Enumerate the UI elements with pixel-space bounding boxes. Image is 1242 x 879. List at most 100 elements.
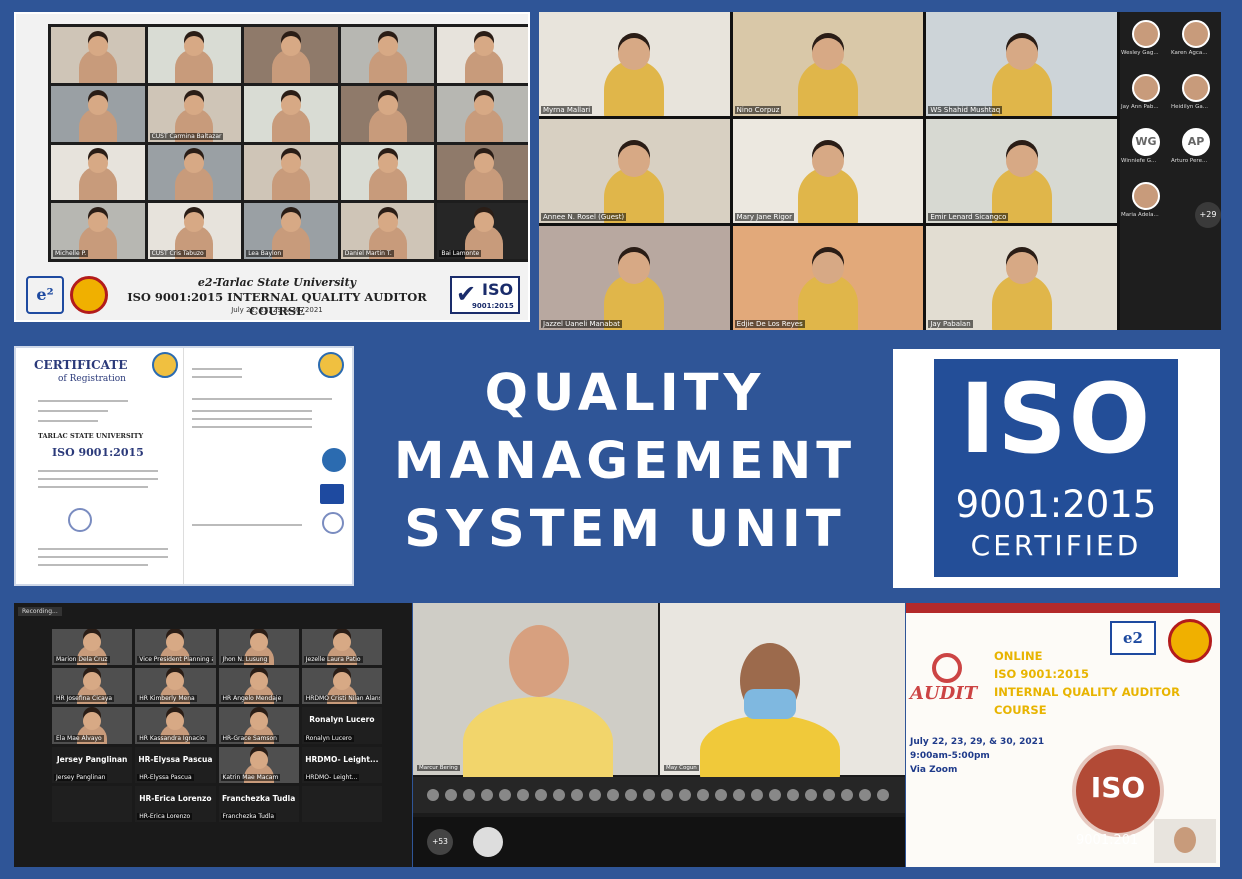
video-tile[interactable]: Emir Lenard Sicangco: [926, 119, 1117, 223]
toolbar-participant-icon[interactable]: [481, 789, 493, 801]
video-tile[interactable]: Vice President Planning an...: [135, 629, 216, 666]
video-tile[interactable]: HRDMO Cristi Nilan Alanso: [301, 668, 382, 705]
toolbar-participant-icon[interactable]: [697, 789, 709, 801]
video-tile[interactable]: Ronalyn Lucero Ronalyn Lucero: [301, 707, 382, 744]
video-tile[interactable]: [52, 785, 133, 822]
sidebar-participant[interactable]: Wesley Gag...: [1120, 16, 1170, 60]
video-tile[interactable]: Katrin Mae Macam: [218, 746, 299, 783]
video-tile[interactable]: WS Shahid Mushtaq: [926, 12, 1117, 116]
toolbar-participant-icon[interactable]: [625, 789, 637, 801]
video-tile[interactable]: Franchezka Tudla Franchezka Tudla: [218, 785, 299, 822]
toolbar-participant-icon[interactable]: [499, 789, 511, 801]
toolbar-participant-icon[interactable]: [769, 789, 781, 801]
sidebar-participant[interactable]: Heidilyn Ga...: [1170, 70, 1220, 114]
toolbar-participant-icon[interactable]: [751, 789, 763, 801]
video-tile[interactable]: Bai Lamonte: [437, 203, 528, 259]
participant-grid: Marion Dela Cruz Vice President Planning …: [52, 629, 382, 861]
participant-name: Myrna Mallari: [541, 106, 593, 114]
video-tile[interactable]: Jezelle Laura Patio: [301, 629, 382, 666]
toolbar-participant-icon[interactable]: [679, 789, 691, 801]
video-tile[interactable]: [340, 144, 435, 201]
toolbar-participant-icon[interactable]: [517, 789, 529, 801]
video-tile[interactable]: Jhon N. Lusung: [218, 629, 299, 666]
video-tile[interactable]: HRDMO- Leight... HRDMO- Leight...: [301, 746, 382, 783]
toolbar-participant-icon[interactable]: [535, 789, 547, 801]
participant-name: Jazzel Uaneli Manabat: [541, 320, 622, 328]
video-tile[interactable]: Jay Pabalan: [926, 226, 1117, 330]
sidebar-participant[interactable]: AP Arturo Pere...: [1170, 124, 1220, 168]
participant-name: HRDMO- Leight...: [303, 773, 360, 781]
certificate-subheading: of Registration: [58, 374, 126, 384]
video-tile[interactable]: [340, 85, 435, 142]
toolbar-participant-icon[interactable]: [841, 789, 853, 801]
toolbar-participant-icon[interactable]: [805, 789, 817, 801]
video-tile[interactable]: HR Kimberly Mena: [135, 668, 216, 705]
video-tile[interactable]: [147, 27, 242, 83]
toolbar-participant-icon[interactable]: [823, 789, 835, 801]
toolbar-participant-icon[interactable]: [787, 789, 799, 801]
poster-venue: Via Zoom: [910, 765, 958, 775]
toolbar-participant-icon[interactable]: [877, 789, 889, 801]
sidebar-participant[interactable]: Karen Agca...: [1170, 16, 1220, 60]
video-tile[interactable]: HR Angelo Mendaje: [218, 668, 299, 705]
sidebar-participant[interactable]: WG Winniefe G...: [1120, 124, 1170, 168]
toolbar-participant-icon[interactable]: [427, 789, 439, 801]
video-tile[interactable]: [244, 27, 338, 83]
text-line: [38, 564, 148, 566]
video-tile[interactable]: Lea Baylon: [244, 203, 338, 259]
video-tile[interactable]: Michelle P.: [51, 203, 145, 259]
video-tile[interactable]: HR-Grace Samson: [218, 707, 299, 744]
text-line: [38, 486, 148, 488]
video-tile[interactable]: Nino Corpuz: [732, 12, 924, 116]
sidebar-participant[interactable]: Jay Ann Pab...: [1120, 70, 1170, 114]
acs-logo-icon: [318, 352, 344, 378]
video-tile[interactable]: CUST Carmina Baltazar: [147, 85, 242, 142]
video-tile[interactable]: [51, 85, 145, 142]
video-tile[interactable]: [437, 144, 528, 201]
video-tile[interactable]: Myrna Mallari: [539, 12, 730, 116]
video-tile[interactable]: Ela Mae Alvayo: [52, 707, 133, 744]
video-grid: Myrna Mallari Nino Corpuz WS Shahid Mushta…: [539, 12, 1117, 330]
video-tile[interactable]: Mary Jane Rigor: [732, 119, 924, 223]
video-tile[interactable]: [51, 144, 145, 201]
video-tile[interactable]: [51, 27, 145, 83]
video-tile[interactable]: [147, 144, 242, 201]
participant-count-badge[interactable]: +53: [427, 829, 453, 855]
toolbar-participant-icon[interactable]: [607, 789, 619, 801]
toolbar-participant-icon[interactable]: [859, 789, 871, 801]
toolbar-participant-icon[interactable]: [589, 789, 601, 801]
toolbar-participant-icon[interactable]: [733, 789, 745, 801]
toolbar-participant-icon[interactable]: [661, 789, 673, 801]
video-tile[interactable]: Marion Dela Cruz: [52, 629, 133, 666]
person-icon: [175, 35, 214, 83]
person-head-icon: [1174, 827, 1196, 853]
thumbnail-strip: +53: [413, 817, 905, 867]
video-tile[interactable]: HR-Erica Lorenzo HR-Erica Lorenzo: [135, 785, 216, 822]
toolbar-participant-icon[interactable]: [553, 789, 565, 801]
toolbar-participant-icon[interactable]: [463, 789, 475, 801]
toolbar-participant-icon[interactable]: [445, 789, 457, 801]
more-participants-badge[interactable]: +29: [1195, 202, 1221, 228]
video-tile[interactable]: CUST Cris Tabuzo: [147, 203, 242, 259]
video-tile[interactable]: HR Kassandra Ignacio: [135, 707, 216, 744]
text-line: [38, 478, 158, 480]
video-tile[interactable]: Jazzel Uaneli Manabat: [539, 226, 730, 330]
video-tile[interactable]: HR-Elyssa Pascua HR-Elyssa Pascua: [135, 746, 216, 783]
participant-name: HR Kimberly Mena: [137, 695, 197, 703]
video-tile[interactable]: HR Josefina Cicaya: [52, 668, 133, 705]
toolbar-participant-icon[interactable]: [643, 789, 655, 801]
toolbar-participant-icon[interactable]: [571, 789, 583, 801]
participant-name: HR Kassandra Ignacio: [137, 734, 207, 742]
video-tile[interactable]: Daniel Martin T.: [340, 203, 435, 259]
video-tile[interactable]: [437, 27, 528, 83]
toolbar-participant-icon[interactable]: [715, 789, 727, 801]
sidebar-participant[interactable]: Maria Adela...: [1120, 178, 1170, 222]
video-tile[interactable]: [340, 27, 435, 83]
video-tile[interactable]: [437, 85, 528, 142]
video-tile[interactable]: [244, 85, 338, 142]
video-tile[interactable]: Jersey Panglinan Jersey Panglinan: [52, 746, 133, 783]
video-tile[interactable]: Edjie De Los Reyes: [732, 226, 924, 330]
video-tile[interactable]: [244, 144, 338, 201]
video-tile[interactable]: Annee N. Rosel (Guest): [539, 119, 730, 223]
video-tile[interactable]: [301, 785, 382, 822]
